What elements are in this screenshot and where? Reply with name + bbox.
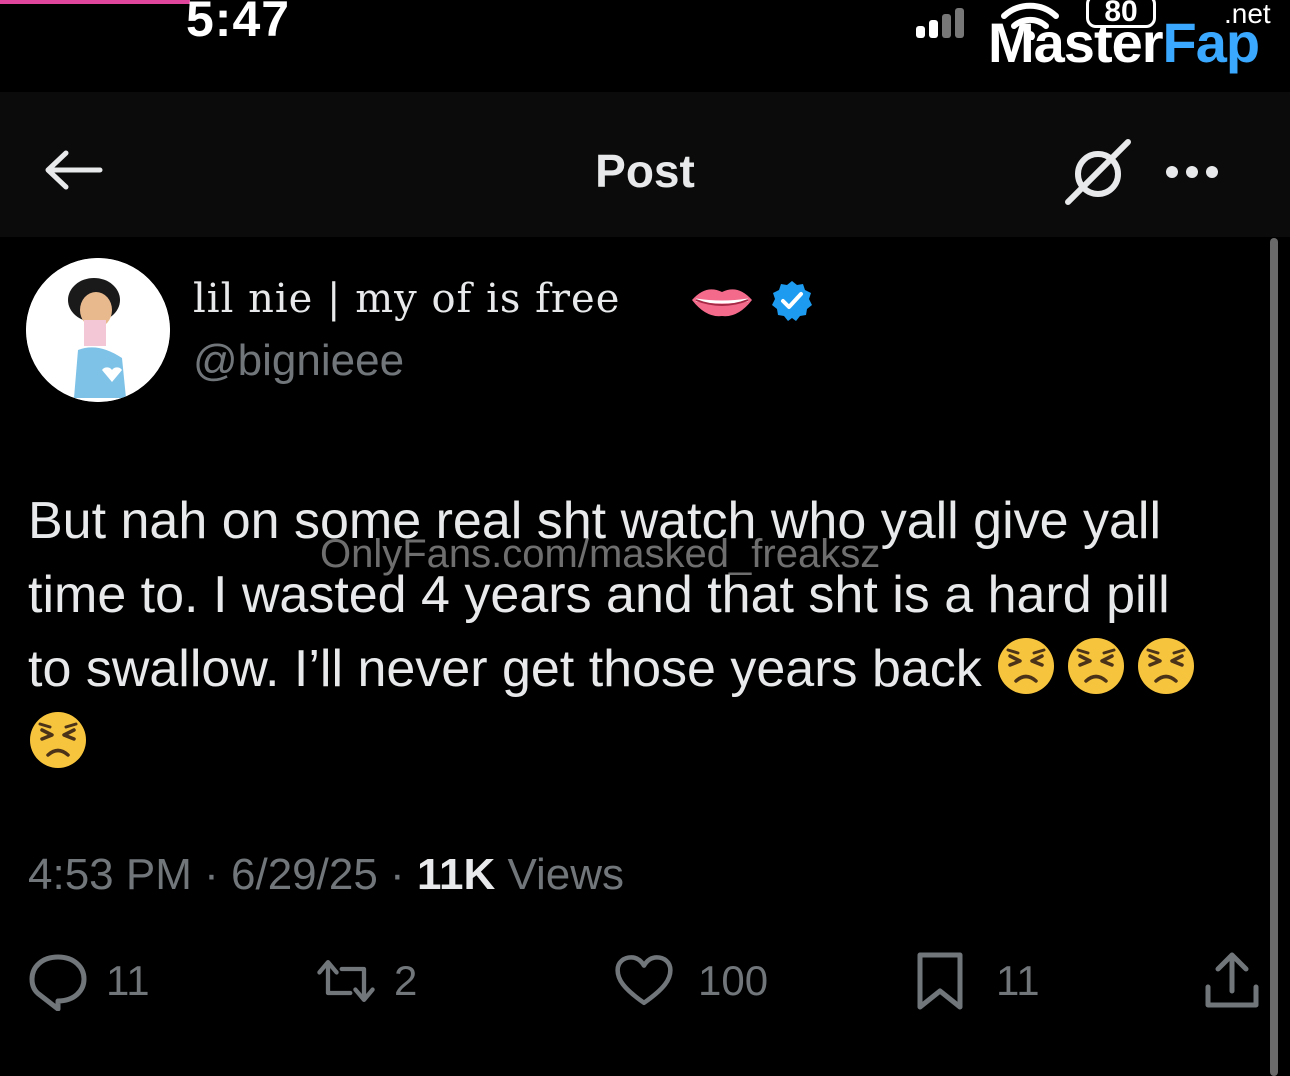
persevering-face-emoji	[1138, 638, 1195, 694]
verified-badge-icon	[772, 281, 812, 321]
reply-icon	[29, 954, 87, 1011]
repost-count: 2	[394, 957, 418, 1004]
persevering-face-emoji	[1068, 638, 1125, 694]
bookmark-icon	[917, 952, 963, 1010]
share-button[interactable]	[1202, 945, 1262, 1017]
share-icon	[1205, 952, 1259, 1008]
tweet-text: But nah on some real sht watch who yall …	[28, 484, 1258, 780]
meta-separator: ·	[204, 850, 219, 899]
more-icon[interactable]	[1164, 162, 1226, 182]
views-label: Views	[507, 850, 625, 899]
signal-icon	[916, 6, 986, 38]
like-count: 100	[698, 957, 769, 1004]
tweet-line: to swallow. I’ll never get those years b…	[28, 632, 1258, 706]
persevering-face-emoji	[998, 638, 1055, 694]
views-count: 11K	[416, 850, 496, 899]
heart-icon	[615, 955, 673, 1006]
user-handle[interactable]: @bignieee	[193, 336, 404, 386]
watermark-logo-master: Master	[988, 11, 1164, 74]
tweet-time: 4:53 PM	[28, 850, 192, 899]
post-header: Post	[0, 92, 1290, 237]
action-bar: 11 2 100 11	[0, 945, 1290, 1025]
display-name[interactable]: lil nie | my of is free	[193, 276, 620, 322]
grok-icon[interactable]	[1062, 136, 1134, 208]
tweet-meta: 4:53 PM · 6/29/25 · 11K Views	[28, 850, 624, 900]
bookmark-button[interactable]: 11	[910, 945, 1040, 1017]
watermark-overlay-text: OnlyFans.com/masked_freaksz	[320, 532, 881, 576]
repost-button[interactable]: 2	[316, 945, 417, 1017]
lips-icon	[692, 289, 752, 317]
like-button[interactable]: 100	[614, 945, 768, 1017]
status-indicator-line	[0, 0, 190, 4]
persevering-face-emoji	[30, 712, 86, 768]
reply-count: 11	[106, 957, 150, 1004]
meta-separator: ·	[390, 850, 405, 899]
status-bar: 5:47 80 MasterFap .net	[0, 0, 1290, 90]
bookmark-count: 11	[996, 957, 1040, 1004]
watermark-logo-net: .net	[1224, 0, 1271, 29]
status-time: 5:47	[186, 0, 291, 47]
reply-button[interactable]: 11	[28, 945, 150, 1017]
watermark-logo: MasterFap .net	[988, 0, 1271, 80]
tweet-date: 6/29/25	[231, 850, 378, 899]
repost-icon	[317, 960, 375, 1002]
emoji-row	[28, 706, 1258, 780]
avatar[interactable]	[26, 258, 170, 402]
tweet-line-text: to swallow. I’ll never get those years b…	[28, 640, 982, 698]
emoji-row	[996, 638, 1206, 698]
avatar-illustration	[26, 258, 170, 402]
